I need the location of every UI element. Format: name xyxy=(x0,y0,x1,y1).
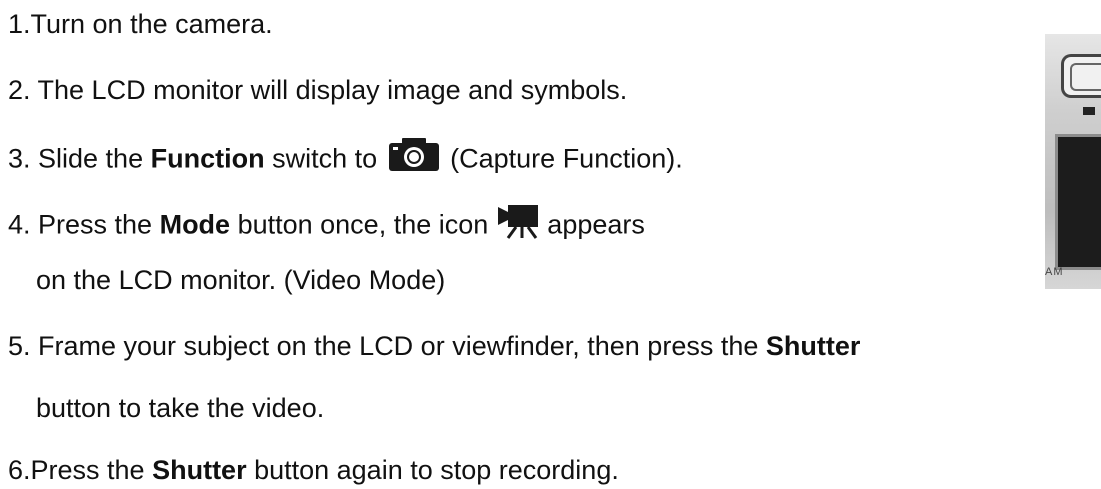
function-switch-label: Function xyxy=(150,143,265,174)
step-1-text: 1.Turn on the camera. xyxy=(8,9,273,39)
step-6-prefix: 6.Press the xyxy=(8,455,153,485)
step-4-continuation-text: on the LCD monitor. (Video Mode) xyxy=(36,265,446,295)
camera-lcd-screen xyxy=(1055,134,1101,270)
step-6: 6.Press the Shutter button again to stop… xyxy=(8,454,619,486)
step-4: 4. Press the Mode button once, the icon … xyxy=(8,204,645,240)
camera-label: AM xyxy=(1045,266,1064,278)
shutter-button-label: Shutter xyxy=(765,331,861,361)
step-4-continuation: on the LCD monitor. (Video Mode) xyxy=(36,264,445,296)
step-1: 1.Turn on the camera. xyxy=(8,8,273,40)
step-3-suffix: (Capture Function). xyxy=(450,143,683,174)
camera-lens xyxy=(1061,54,1101,98)
step-3: 3. Slide the Function switch to (Capture… xyxy=(8,138,683,174)
mode-button-label: Mode xyxy=(159,209,231,240)
step-2-text: 2. The LCD monitor will display image an… xyxy=(8,75,628,105)
step-6-suffix: button again to stop recording. xyxy=(246,455,619,485)
video-camera-icon xyxy=(496,201,540,246)
camera-photo: AM xyxy=(1045,34,1101,289)
step-3-prefix: 3. Slide the xyxy=(8,143,151,174)
step-5-continuation: button to take the video. xyxy=(36,392,324,424)
step-5: 5. Frame your subject on the LCD or view… xyxy=(8,330,860,362)
step-3-mid: switch to xyxy=(264,143,385,174)
step-5-prefix: 5. Frame your subject on the LCD or view… xyxy=(8,331,766,361)
step-4-prefix: 4. Press the xyxy=(8,209,160,240)
camera-capture-icon xyxy=(385,135,443,180)
step-4-suffix: appears xyxy=(547,209,645,240)
step-4-mid: button once, the icon xyxy=(230,209,496,240)
step-2: 2. The LCD monitor will display image an… xyxy=(8,74,627,106)
shutter-button-label-2: Shutter xyxy=(152,455,247,485)
step-5-continuation-text: button to take the video. xyxy=(36,393,325,423)
camera-indicator xyxy=(1083,107,1095,115)
